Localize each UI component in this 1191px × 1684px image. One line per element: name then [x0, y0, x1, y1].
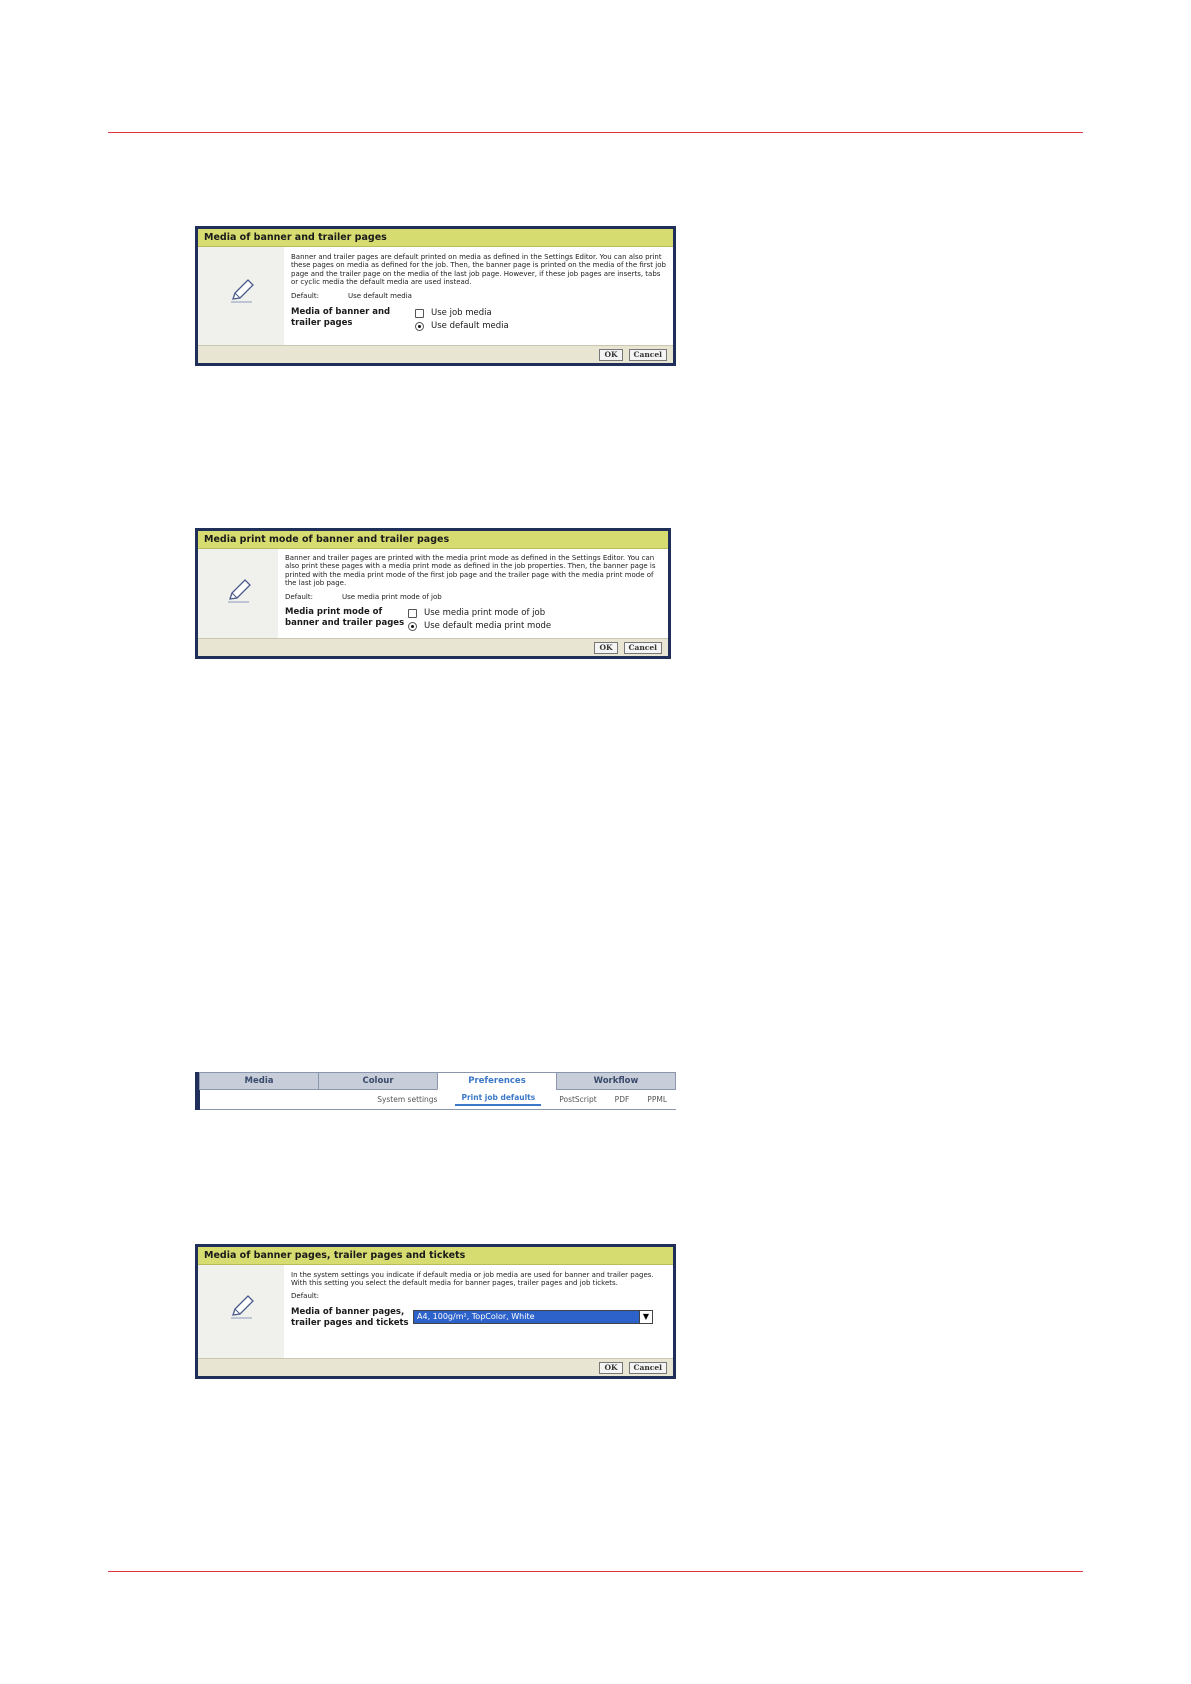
- description-text: Banner and trailer pages are default pri…: [291, 253, 666, 287]
- tab-media[interactable]: Media: [199, 1072, 319, 1090]
- setting-name: Media print mode of banner and trailer p…: [285, 606, 405, 628]
- main-tab-bar: Media Colour Preferences Workflow: [199, 1072, 676, 1090]
- description-text: Banner and trailer pages are printed wit…: [285, 554, 656, 588]
- radio-button[interactable]: [408, 608, 417, 618]
- cancel-button[interactable]: Cancel: [623, 641, 662, 654]
- option-label: Use default media: [431, 320, 509, 331]
- select-value: A4, 100g/m², TopColor, White: [417, 1311, 535, 1321]
- tab-preferences[interactable]: Preferences: [437, 1072, 557, 1090]
- select-wrapper: A4, 100g/m², TopColor, White ▼: [413, 1307, 653, 1329]
- subtab-pdf[interactable]: PDF: [615, 1095, 630, 1104]
- subtab-ppml[interactable]: PPML: [647, 1095, 667, 1104]
- ok-button[interactable]: OK: [594, 641, 618, 654]
- dialog-media-print-mode: Media print mode of banner and trailer p…: [195, 528, 671, 659]
- default-row: Default: Use media print mode of job: [285, 593, 662, 601]
- subtab-postscript[interactable]: PostScript: [559, 1095, 596, 1104]
- options-group: Use media print mode of job Use default …: [408, 607, 551, 633]
- cancel-button[interactable]: Cancel: [628, 1361, 667, 1374]
- media-select[interactable]: A4, 100g/m², TopColor, White ▼: [413, 1309, 653, 1324]
- setting-row: Media print mode of banner and trailer p…: [285, 607, 662, 633]
- default-value: Use default media: [348, 291, 412, 300]
- dialog-title: Media print mode of banner and trailer p…: [198, 531, 668, 549]
- header-rule: [108, 132, 1083, 133]
- option-label: Use job media: [431, 307, 492, 318]
- setting-row: Media of banner and trailer pages Use jo…: [291, 307, 667, 333]
- setting-name: Media of banner and trailer pages: [291, 306, 391, 328]
- default-label: Default:: [285, 592, 313, 601]
- options-group: Use job media Use default media: [415, 307, 509, 333]
- dialog-content: In the system settings you indicate if d…: [284, 1265, 673, 1358]
- subtab-print-job-defaults[interactable]: Print job defaults: [455, 1093, 542, 1106]
- option-use-default-media[interactable]: Use default media: [415, 320, 509, 333]
- option-label: Use media print mode of job: [424, 607, 546, 618]
- ok-button[interactable]: OK: [599, 348, 623, 361]
- dialog-footer: OK Cancel: [198, 638, 668, 656]
- setting-name: Media of banner pages, trailer pages and…: [291, 1306, 409, 1328]
- dialog-content: Banner and trailer pages are default pri…: [284, 247, 673, 345]
- cancel-button[interactable]: Cancel: [628, 348, 667, 361]
- ok-button[interactable]: OK: [599, 1361, 623, 1374]
- radio-button-selected[interactable]: [415, 321, 424, 331]
- icon-column: [198, 549, 278, 638]
- dialog-footer: OK Cancel: [198, 345, 673, 363]
- default-label: Default:: [291, 291, 319, 300]
- option-label: Use default media print mode: [424, 620, 552, 631]
- tab-colour[interactable]: Colour: [318, 1072, 438, 1090]
- radio-button-selected[interactable]: [408, 621, 417, 631]
- pencil-icon: [228, 579, 251, 603]
- default-label: Default:: [291, 1291, 319, 1300]
- chevron-down-icon[interactable]: ▼: [639, 1310, 652, 1323]
- dialog-footer: OK Cancel: [198, 1358, 673, 1376]
- icon-column: [198, 247, 284, 345]
- subtab-system-settings[interactable]: System settings: [377, 1095, 437, 1104]
- option-use-job-print-mode[interactable]: Use media print mode of job: [408, 607, 551, 620]
- dialog-title: Media of banner pages, trailer pages and…: [198, 1247, 673, 1265]
- pencil-icon: [231, 1295, 254, 1319]
- dialog-title: Media of banner and trailer pages: [198, 229, 673, 247]
- icon-column: [198, 1265, 284, 1358]
- option-use-default-print-mode[interactable]: Use default media print mode: [408, 620, 551, 633]
- footer-rule: [108, 1571, 1083, 1572]
- settings-tabs: Media Colour Preferences Workflow System…: [195, 1072, 676, 1110]
- tab-workflow[interactable]: Workflow: [556, 1072, 676, 1090]
- setting-row: Media of banner pages, trailer pages and…: [291, 1307, 667, 1329]
- default-row: Default: Use default media: [291, 292, 667, 300]
- description-text: In the system settings you indicate if d…: [291, 1271, 654, 1288]
- dialog-media-banner-trailer-tickets: Media of banner pages, trailer pages and…: [195, 1244, 676, 1379]
- radio-button[interactable]: [415, 308, 424, 318]
- dialog-media-banner-trailer: Media of banner and trailer pages Banner…: [195, 226, 676, 366]
- option-use-job-media[interactable]: Use job media: [415, 307, 509, 320]
- pencil-icon: [231, 279, 254, 303]
- default-row: Default:: [291, 1292, 667, 1300]
- default-value: Use media print mode of job: [342, 592, 442, 601]
- sub-tab-bar: System settings Print job defaults PostS…: [200, 1090, 676, 1110]
- dialog-content: Banner and trailer pages are printed wit…: [278, 549, 668, 638]
